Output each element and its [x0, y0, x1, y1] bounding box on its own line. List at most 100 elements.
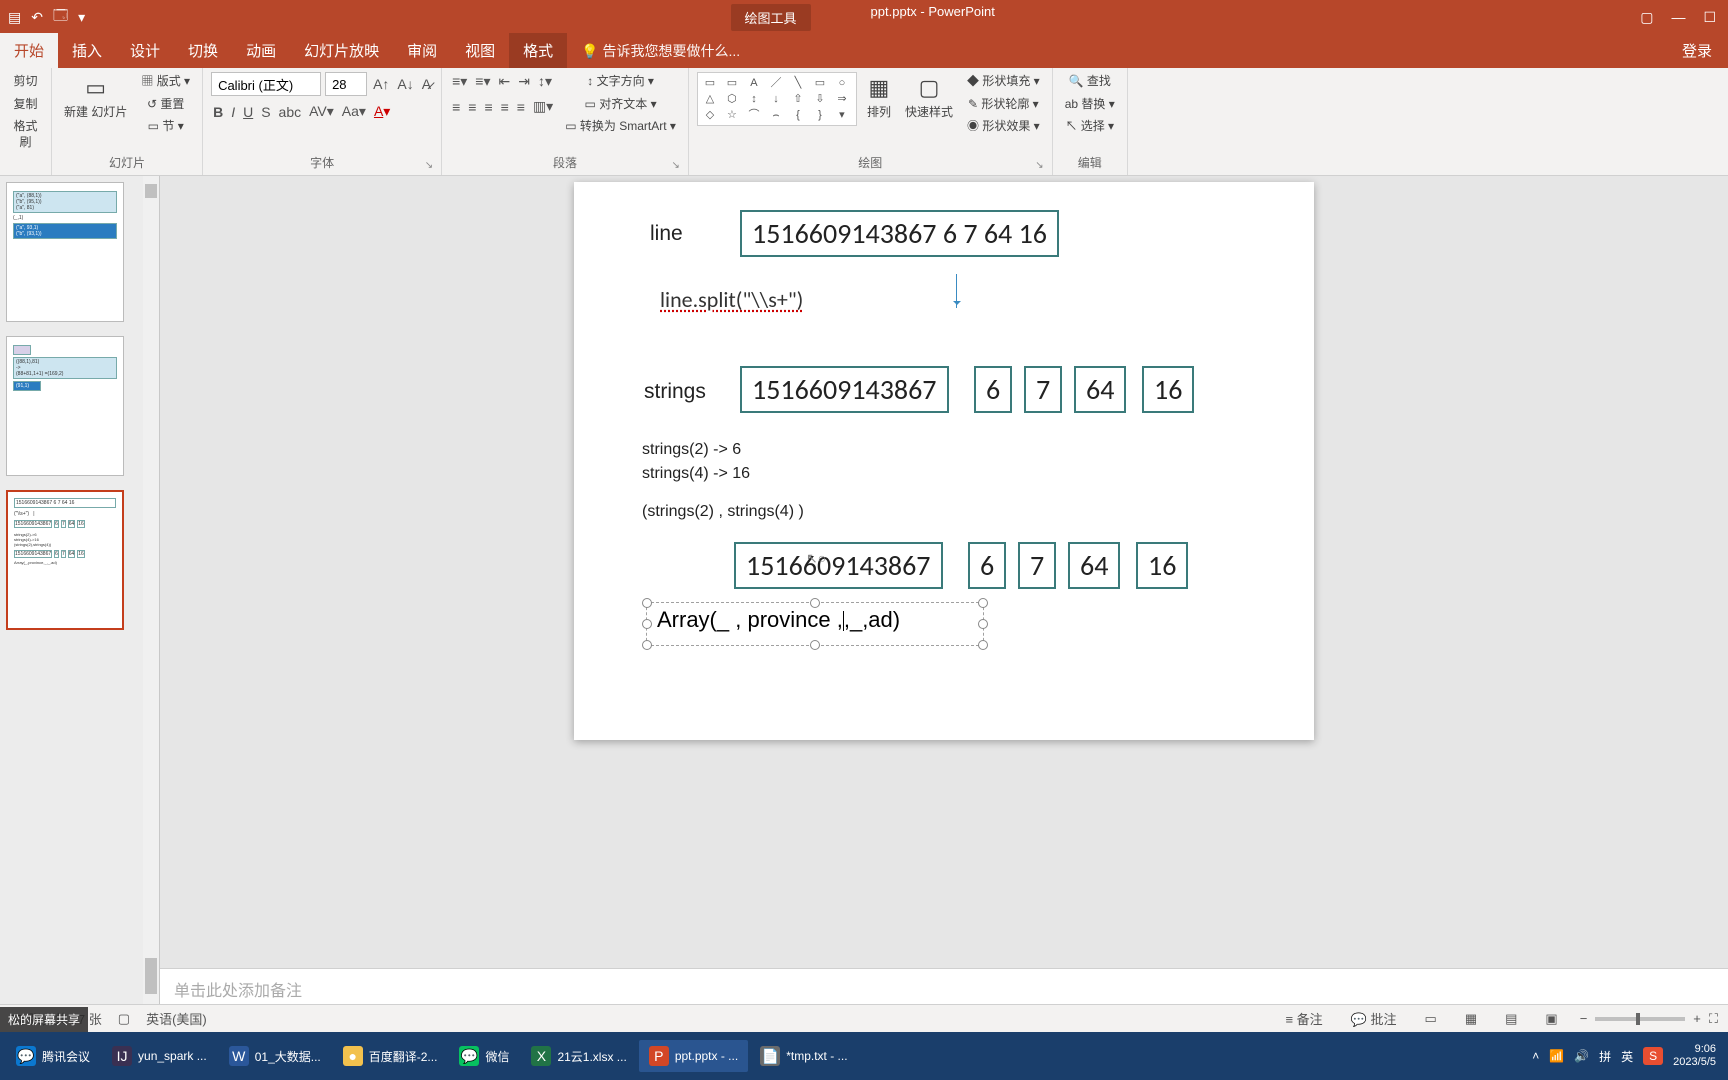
justify-icon[interactable]: ≡ [499, 98, 511, 116]
fit-window-icon[interactable]: ⛶ [1709, 1011, 1718, 1027]
language-indicator[interactable]: 英语(美国) [146, 1009, 207, 1028]
shapes-gallery[interactable]: ▭▭A／╲▭○ △⬡↕↓⇧⇩⇒ ◇☆⌒⌢{}▾ [697, 72, 857, 126]
resize-handle[interactable] [978, 598, 988, 608]
strike-icon[interactable]: S [259, 103, 272, 121]
outdent-icon[interactable]: ⇤ [497, 72, 513, 91]
numbering-icon[interactable]: ≡▾ [473, 72, 492, 91]
minimize-icon[interactable]: — [1671, 9, 1685, 25]
slide-thumbnail-active[interactable]: 1516609143867 6 7 64 16 ("\\s+") | 15166… [6, 490, 124, 630]
resize-handle[interactable] [642, 619, 652, 629]
taskbar-clock[interactable]: 9:06 2023/5/5 [1673, 1043, 1722, 1069]
undo-icon[interactable]: ↶ [31, 9, 43, 26]
shrink-font-icon[interactable]: A↓ [395, 75, 415, 93]
font-dialog-icon[interactable]: ↘ [425, 160, 433, 171]
distribute-icon[interactable]: ≡ [515, 98, 527, 116]
bullets-icon[interactable]: ≡▾ [450, 72, 469, 91]
columns-icon[interactable]: ▥▾ [531, 97, 555, 116]
copy-button[interactable]: 复制 [8, 95, 43, 115]
text-direction-button[interactable]: ↕ 文字方向 ▾ [561, 72, 680, 92]
shape-outline-button[interactable]: ✎ 形状轮廓 ▾ [963, 95, 1044, 115]
tray-ime-sogou[interactable]: S [1643, 1047, 1663, 1065]
tab-view[interactable]: 视图 [451, 33, 509, 68]
slide-thumbnail[interactable]: ("a", (88,1))("b", (95,1))("a", 81) (_,1… [6, 182, 124, 322]
view-sorter-icon[interactable]: ▦ [1459, 1009, 1483, 1029]
new-slide-button[interactable]: ▭新建 幻灯片 [60, 72, 131, 122]
line-spacing-icon[interactable]: ↕▾ [536, 72, 554, 91]
char-spacing-icon[interactable]: AV▾ [307, 102, 336, 121]
taskbar-item[interactable]: IJyun_spark ... [102, 1040, 217, 1072]
para-dialog-icon[interactable]: ↘ [672, 160, 680, 171]
reset-button[interactable]: ↺ 重置 [137, 95, 194, 115]
tab-slideshow[interactable]: 幻灯片放映 [290, 33, 393, 68]
taskbar-item[interactable]: X21云1.xlsx ... [521, 1040, 636, 1072]
resize-handle[interactable] [978, 640, 988, 650]
taskbar-item[interactable]: 💬微信 [449, 1040, 519, 1072]
redo-icon[interactable]: 🗔 [53, 5, 68, 29]
shadow-icon[interactable]: abc [277, 103, 304, 121]
tab-format[interactable]: 格式 [509, 33, 567, 68]
grow-font-icon[interactable]: A↑ [371, 75, 391, 93]
slide-thumbnail[interactable]: ((88,1),81)->(88+81,1+1) =(169,2) (91,1) [6, 336, 124, 476]
resize-handle[interactable] [810, 640, 820, 650]
replace-button[interactable]: ab 替换 ▾ [1061, 95, 1119, 115]
underline-icon[interactable]: U [241, 103, 255, 121]
taskbar-item[interactable]: 💬腾讯会议 [6, 1040, 100, 1072]
comments-toggle[interactable]: 💬 批注 [1345, 1007, 1403, 1030]
quick-styles-button[interactable]: ▢快速样式 [901, 72, 957, 122]
align-center-icon[interactable]: ≡ [466, 98, 478, 116]
align-text-button[interactable]: ▭ 对齐文本 ▾ [561, 95, 680, 115]
tray-volume-icon[interactable]: 🔊 [1574, 1049, 1589, 1063]
slide-canvas-area[interactable]: line 1516609143867 6 7 64 16 line.split(… [160, 176, 1728, 968]
taskbar-item[interactable]: Pppt.pptx - ... [639, 1040, 748, 1072]
change-case-icon[interactable]: Aa▾ [340, 102, 368, 121]
spellcheck-icon[interactable]: ▢ [118, 1011, 130, 1027]
format-painter-button[interactable]: 格式刷 [8, 117, 43, 152]
italic-icon[interactable]: I [229, 103, 237, 121]
taskbar-item[interactable]: ●百度翻译-2... [333, 1040, 448, 1072]
font-color-icon[interactable]: A▾ [372, 102, 392, 121]
align-left-icon[interactable]: ≡ [450, 98, 462, 116]
select-button[interactable]: ↖ 选择 ▾ [1061, 117, 1119, 137]
indent-icon[interactable]: ⇥ [516, 72, 532, 91]
tab-start[interactable]: 开始 [0, 33, 58, 68]
thumbnails-scrollbar[interactable] [143, 176, 159, 1004]
qat-more-icon[interactable]: ▾ [78, 9, 85, 26]
resize-handle[interactable] [642, 598, 652, 608]
taskbar-item[interactable]: 📄*tmp.txt - ... [750, 1040, 857, 1072]
font-size-input[interactable] [325, 72, 367, 96]
zoom-slider[interactable] [1595, 1017, 1685, 1021]
tray-network-icon[interactable]: 📶 [1549, 1049, 1564, 1063]
drawing-dialog-icon[interactable]: ↘ [1035, 160, 1043, 171]
tray-ime-lang[interactable]: 英 [1621, 1048, 1633, 1065]
slide-canvas[interactable]: line 1516609143867 6 7 64 16 line.split(… [574, 182, 1314, 740]
view-reading-icon[interactable]: ▤ [1499, 1009, 1523, 1029]
section-button[interactable]: ▭ 节 ▾ [137, 117, 194, 137]
maximize-icon[interactable]: ☐ [1703, 9, 1716, 26]
textbox-content[interactable]: Array(_ , province ,,_,ad) [647, 603, 983, 637]
font-name-input[interactable] [211, 72, 321, 96]
tray-ime-pin[interactable]: 拼 [1599, 1048, 1611, 1065]
view-normal-icon[interactable]: ▭ [1419, 1009, 1443, 1029]
zoom-out-icon[interactable]: − [1580, 1011, 1588, 1026]
tab-transition[interactable]: 切换 [174, 33, 232, 68]
bold-icon[interactable]: B [211, 103, 225, 121]
resize-handle[interactable] [978, 619, 988, 629]
layout-button[interactable]: ▦ 版式 ▾ [137, 72, 194, 92]
login-button[interactable]: 登录 [1666, 33, 1728, 68]
shape-effects-button[interactable]: ◉ 形状效果 ▾ [963, 117, 1044, 137]
clear-format-icon[interactable]: A̷ [420, 75, 433, 93]
view-slideshow-icon[interactable]: ▣ [1539, 1009, 1563, 1029]
cut-button[interactable]: 剪切 [8, 72, 43, 92]
tab-animation[interactable]: 动画 [232, 33, 290, 68]
selected-textbox[interactable]: Array(_ , province ,,_,ad) [646, 602, 984, 646]
file-menu-icon[interactable]: ▤ [8, 9, 21, 26]
zoom-in-icon[interactable]: + [1693, 1011, 1701, 1026]
resize-handle[interactable] [642, 640, 652, 650]
tell-me-search[interactable]: 告诉我您想要做什么... [567, 34, 754, 68]
taskbar-item[interactable]: W01_大数据... [219, 1040, 331, 1072]
notes-pane[interactable]: 单击此处添加备注 [160, 968, 1728, 1004]
find-button[interactable]: 🔍 查找 [1061, 72, 1119, 92]
ribbon-options-icon[interactable]: ▢ [1640, 9, 1653, 26]
tray-chevron-icon[interactable]: ˄ [1532, 1049, 1539, 1063]
arrange-button[interactable]: ▦排列 [863, 72, 895, 122]
